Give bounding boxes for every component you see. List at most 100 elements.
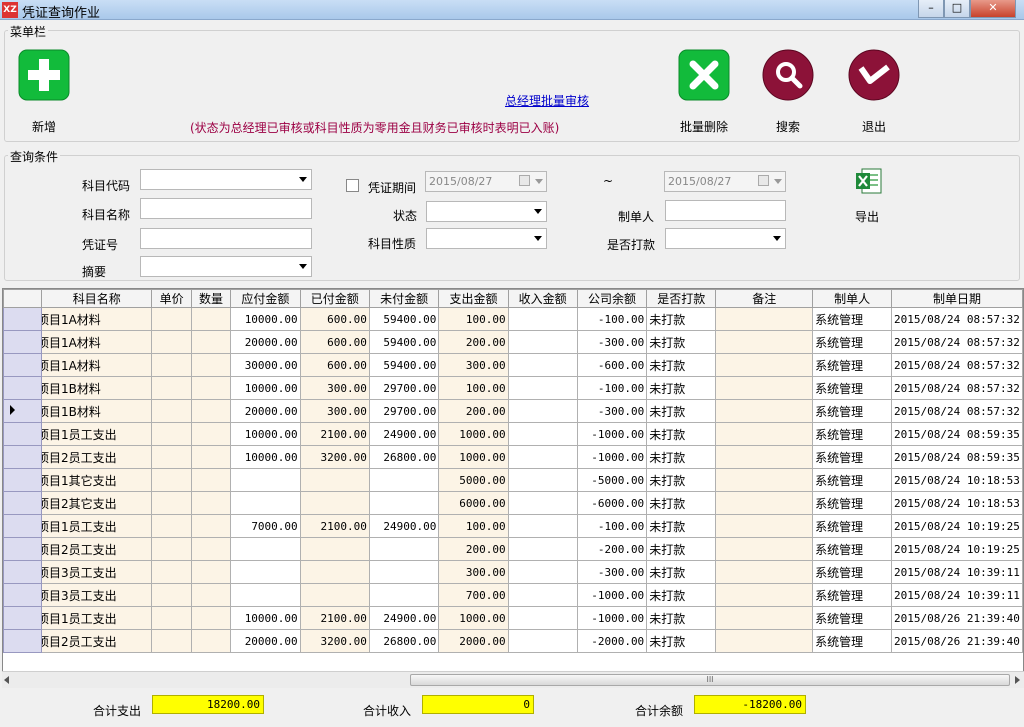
cell-pay-status[interactable]: 未打款 [646,537,717,561]
creator-input[interactable] [665,200,786,221]
cell-balance[interactable]: -200.00 [576,537,648,561]
cell-creator[interactable]: 系统管理 [812,376,893,400]
cell-creator[interactable]: 系统管理 [812,445,893,469]
cell-qty[interactable] [190,560,232,584]
cell-qty[interactable] [190,330,232,354]
cell-balance[interactable]: -300.00 [576,399,648,423]
table-row[interactable]: 项目1A材料 30000.00 600.00 59400.00 300.00 -600.0… [3,353,1023,377]
row-header[interactable] [3,537,42,561]
cell-balance[interactable]: -2000.00 [576,629,648,653]
cell-date[interactable]: 2015/08/24 10:19:25 [891,537,1023,561]
cell-income[interactable] [507,445,578,469]
cell-expense[interactable]: 6000.00 [438,491,509,515]
table-row[interactable]: 项目2员工支出 200.00 -200.00 未打款 系统管理 2015/08/24 10… [3,537,1023,561]
cell-payable[interactable]: 10000.00 [230,445,301,469]
cell-paid[interactable] [299,583,370,607]
cell-unpaid[interactable] [368,491,440,515]
cell-pay-status[interactable]: 未打款 [646,330,717,354]
cell-unpaid[interactable]: 26800.00 [368,629,440,653]
cell-creator[interactable]: 系统管理 [812,560,893,584]
cell-pay-status[interactable]: 未打款 [646,629,717,653]
cell-paid[interactable]: 2100.00 [299,422,370,446]
row-header[interactable] [3,376,42,400]
maximize-button[interactable]: □ [944,0,970,18]
cell-qty[interactable] [190,537,232,561]
cell-income[interactable] [507,583,578,607]
add-button[interactable]: 新增 [18,49,70,139]
row-header[interactable] [3,514,42,538]
cell-qty[interactable] [190,445,232,469]
cell-creator[interactable]: 系统管理 [812,514,893,538]
cell-unpaid[interactable]: 26800.00 [368,445,440,469]
cell-name[interactable]: 项目1A材料 [40,353,153,377]
cell-pay-status[interactable]: 未打款 [646,514,717,538]
subject-name-input[interactable] [140,198,312,219]
cell-payable[interactable]: 10000.00 [230,376,301,400]
table-row[interactable]: 项目1A材料 10000.00 600.00 59400.00 100.00 -100.0… [3,307,1023,331]
cell-name[interactable]: 项目3员工支出 [40,560,153,584]
table-row[interactable]: 项目2其它支出 6000.00 -6000.00 未打款 系统管理 2015/08/24 … [3,491,1023,515]
cell-income[interactable] [507,468,578,492]
cell-creator[interactable]: 系统管理 [812,606,893,630]
cell-payable[interactable]: 30000.00 [230,353,301,377]
table-row[interactable]: 项目1A材料 20000.00 600.00 59400.00 200.00 -300.0… [3,330,1023,354]
cell-paid[interactable]: 2100.00 [299,606,370,630]
cell-remark[interactable] [715,330,814,354]
excel-export-icon[interactable] [855,167,883,195]
cell-price[interactable] [151,537,192,561]
cell-paid[interactable] [299,491,370,515]
row-header[interactable] [3,422,42,446]
minimize-button[interactable]: – [918,0,944,18]
cell-expense[interactable]: 100.00 [438,307,509,331]
cell-income[interactable] [507,376,578,400]
cell-payable[interactable]: 20000.00 [230,399,301,423]
cell-remark[interactable] [715,606,814,630]
voucher-no-input[interactable] [140,228,312,249]
row-header[interactable] [3,468,42,492]
cell-unpaid[interactable]: 59400.00 [368,307,440,331]
cell-pay-status[interactable]: 未打款 [646,399,717,423]
cell-pay-status[interactable]: 未打款 [646,353,717,377]
cell-income[interactable] [507,629,578,653]
cell-name[interactable]: 项目1A材料 [40,330,153,354]
cell-expense[interactable]: 200.00 [438,537,509,561]
cell-creator[interactable]: 系统管理 [812,353,893,377]
cell-payable[interactable] [230,491,301,515]
cell-name[interactable]: 项目3员工支出 [40,583,153,607]
cell-paid[interactable]: 3200.00 [299,629,370,653]
cell-date[interactable]: 2015/08/26 21:39:40 [891,606,1023,630]
cell-price[interactable] [151,606,192,630]
cell-unpaid[interactable]: 24900.00 [368,422,440,446]
column-header[interactable]: 科目名称 [40,289,153,308]
cell-price[interactable] [151,468,192,492]
cell-balance[interactable]: -6000.00 [576,491,648,515]
cell-payable[interactable] [230,468,301,492]
cell-remark[interactable] [715,514,814,538]
table-row[interactable]: 项目1B材料 20000.00 300.00 29700.00 200.00 -300.0… [3,399,1023,423]
cell-unpaid[interactable]: 29700.00 [368,399,440,423]
cell-balance[interactable]: -300.00 [576,560,648,584]
cell-date[interactable]: 2015/08/24 08:57:32 [891,353,1023,377]
cell-income[interactable] [507,307,578,331]
cell-expense[interactable]: 700.00 [438,583,509,607]
cell-unpaid[interactable] [368,560,440,584]
cell-balance[interactable]: -1000.00 [576,445,648,469]
cell-balance[interactable]: -100.00 [576,376,648,400]
cell-qty[interactable] [190,468,232,492]
cell-remark[interactable] [715,353,814,377]
cell-date[interactable]: 2015/08/26 21:39:40 [891,629,1023,653]
cell-balance[interactable]: -100.00 [576,514,648,538]
cell-name[interactable]: 项目1B材料 [40,376,153,400]
cell-pay-status[interactable]: 未打款 [646,445,717,469]
cell-remark[interactable] [715,307,814,331]
table-row[interactable]: 项目2员工支出 20000.00 3200.00 26800.00 2000.00 -20… [3,629,1023,653]
cell-income[interactable] [507,514,578,538]
table-row[interactable]: 项目3员工支出 300.00 -300.00 未打款 系统管理 2015/08/24 10… [3,560,1023,584]
cell-creator[interactable]: 系统管理 [812,583,893,607]
table-row[interactable]: 项目1员工支出 10000.00 2100.00 24900.00 1000.00 -10… [3,606,1023,630]
cell-remark[interactable] [715,629,814,653]
cell-balance[interactable]: -1000.00 [576,606,648,630]
cell-price[interactable] [151,422,192,446]
row-header[interactable] [3,583,42,607]
cell-name[interactable]: 项目1员工支出 [40,514,153,538]
